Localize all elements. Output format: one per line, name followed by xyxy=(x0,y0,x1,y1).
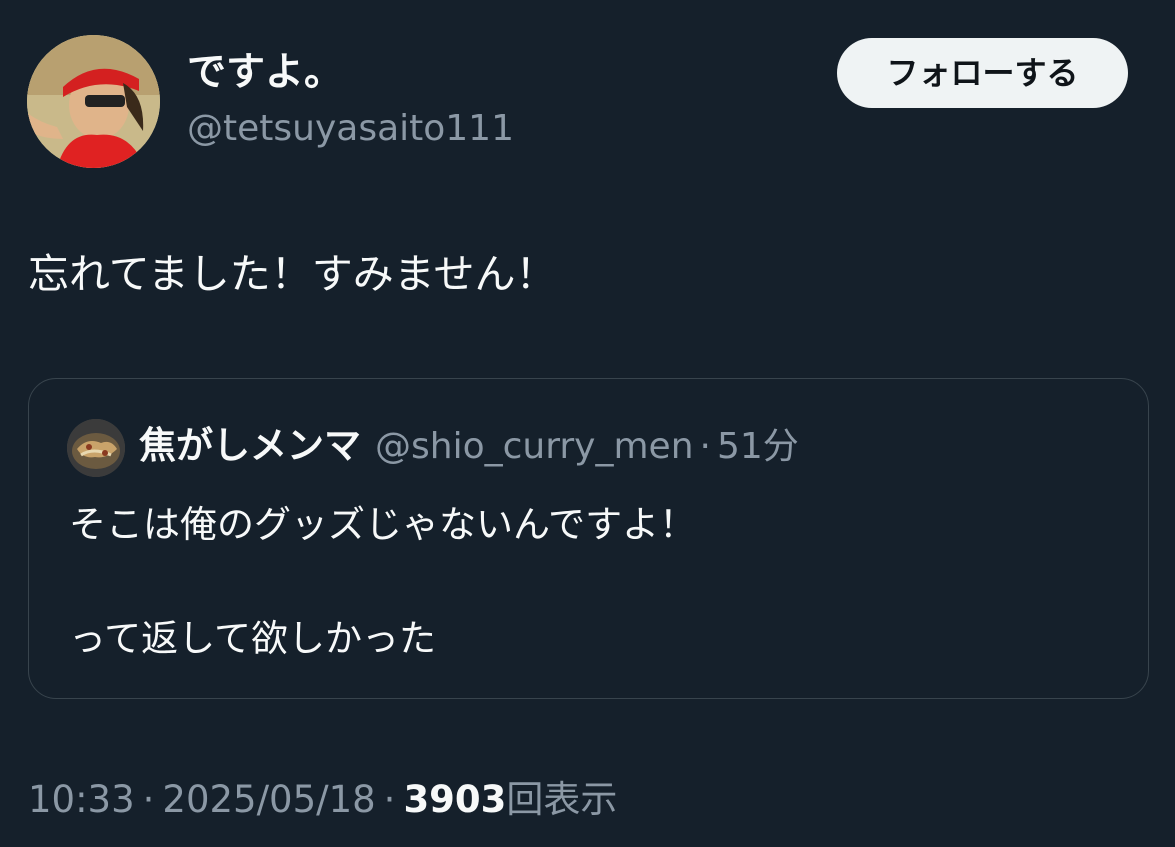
quoted-author-avatar xyxy=(67,419,125,477)
quoted-tweet-text-line1: そこは俺のグッズじゃないんですよ！ xyxy=(69,503,697,546)
tweet-text: 忘れてました！すみません！ xyxy=(28,250,557,298)
author-avatar-image xyxy=(27,35,160,168)
tweet-meta: 10:33 · 2025/05/18 · 3903回表示 xyxy=(28,774,617,826)
views-label: 回表示 xyxy=(506,778,618,821)
follow-button[interactable]: フォローする xyxy=(837,38,1128,108)
quoted-tweet-card[interactable]: 焦がしメンマ @shio_curry_men · 51分 そこは俺のグッズじゃないんで… xyxy=(28,378,1149,699)
quoted-author-handle: @shio_curry_men xyxy=(375,426,694,467)
views-count: 3903 xyxy=(403,778,507,821)
tweet-date[interactable]: 2025/05/18 xyxy=(162,778,375,821)
author-handle[interactable]: @tetsuyasaito111 xyxy=(187,106,514,152)
quoted-tweet-header: 焦がしメンマ @shio_curry_men · 51分 xyxy=(139,421,799,478)
quoted-author-avatar-image xyxy=(67,419,125,477)
author-avatar[interactable] xyxy=(27,35,160,168)
meta-separator: · xyxy=(383,778,396,821)
author-display-name[interactable]: ですよ。 xyxy=(187,48,343,98)
quoted-separator: · xyxy=(699,426,711,467)
quoted-tweet-text-line2: って返して欲しかった xyxy=(69,617,437,660)
meta-separator: · xyxy=(142,778,155,821)
quoted-tweet-time: 51分 xyxy=(716,426,799,467)
quoted-author-name: 焦がしメンマ xyxy=(139,424,361,467)
tweet-time[interactable]: 10:33 xyxy=(28,778,135,821)
